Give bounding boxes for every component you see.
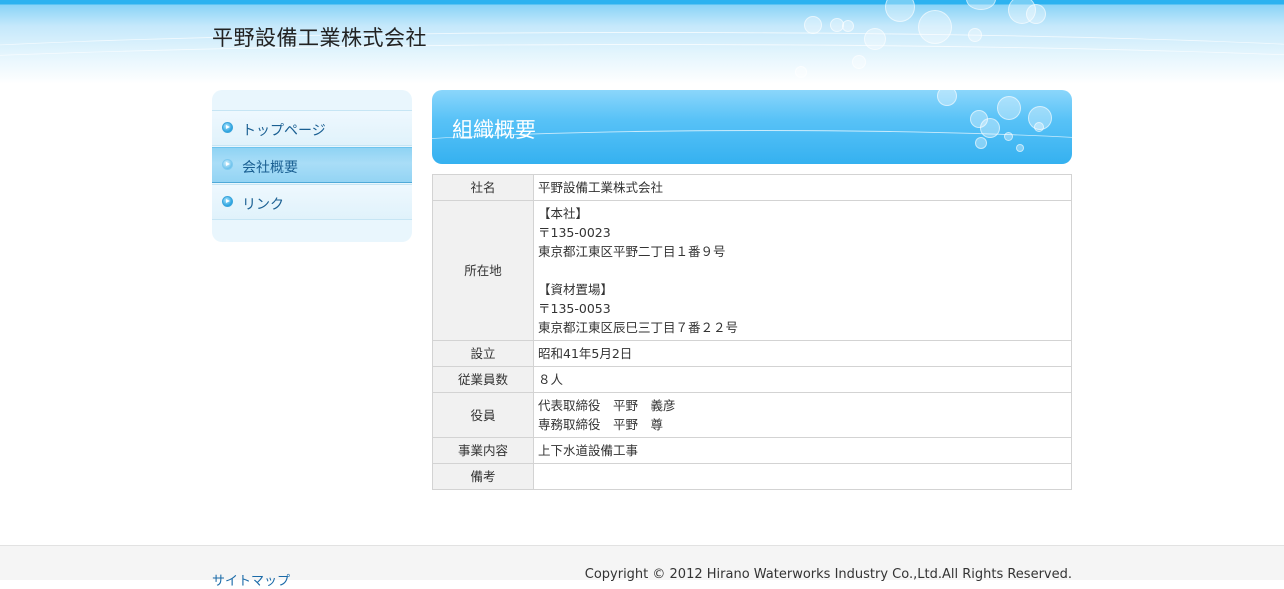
bubble-decoration — [937, 90, 957, 106]
row-label: 所在地 — [432, 200, 534, 341]
table-row: 役員 代表取締役 平野 義彦 専務取締役 平野 尊 — [432, 392, 1072, 438]
value-line — [538, 261, 1067, 280]
bubble-decoration — [997, 96, 1021, 120]
value-line: 東京都江東区平野二丁目１番９号 — [538, 244, 726, 259]
row-label: 社名 — [432, 174, 534, 201]
sitemap-link[interactable]: サイトマップ — [212, 570, 290, 589]
row-value: ８人 — [533, 366, 1072, 393]
row-value: 昭和41年5月2日 — [533, 340, 1072, 367]
value-line: 〒135-0023 — [538, 225, 611, 240]
bubble-decoration — [1034, 122, 1044, 132]
row-value: 【本社】〒135-0023 東京都江東区平野二丁目１番９号 【資材置場】 〒135-0… — [533, 200, 1072, 341]
site-header: 平野設備工業株式会社 — [0, 0, 1284, 84]
row-label: 役員 — [432, 392, 534, 438]
table-row: 設立 昭和41年5月2日 — [432, 340, 1072, 367]
table-row: 所在地 【本社】〒135-0023 東京都江東区平野二丁目１番９号 【資材置場】 〒13… — [432, 200, 1072, 341]
sidebar-item-label: トップページ — [242, 123, 326, 139]
sidebar-item-top-page[interactable]: トップページ — [212, 110, 412, 146]
row-label: 従業員数 — [432, 366, 534, 393]
sidebar-item-label: 会社概要 — [242, 160, 298, 176]
sidebar-item-label: リンク — [242, 197, 284, 213]
table-row: 従業員数 ８人 — [432, 366, 1072, 393]
bubble-decoration — [966, 0, 996, 10]
value-line: 【本社】 — [538, 206, 589, 221]
row-value: 平野設備工業株式会社 — [533, 174, 1072, 201]
row-value: 上下水道設備工事 — [533, 437, 1072, 464]
bubble-decoration — [1026, 4, 1046, 24]
value-line: 【資材置場】 — [538, 282, 614, 297]
copyright-text: Copyright © 2012 Hirano Waterworks Indus… — [584, 567, 1072, 582]
sidebar-item-company-overview[interactable]: 会社概要 — [212, 147, 412, 183]
sidebar-nav: トップページ 会社概要 リンク — [212, 90, 412, 242]
value-line: 平野設備工業株式会社 — [538, 180, 664, 195]
value-line: 東京都江東区辰巳三丁目７番２２号 — [538, 320, 739, 335]
value-line: 〒135-0053 — [538, 301, 611, 316]
row-value: 代表取締役 平野 義彦 専務取締役 平野 尊 — [533, 392, 1072, 438]
row-value — [533, 463, 1072, 490]
value-line: 専務取締役 平野 尊 — [538, 417, 664, 432]
site-footer: サイトマップ Copyright © 2012 Hirano Waterwork… — [0, 545, 1284, 589]
arrow-bullet-icon — [222, 159, 233, 170]
row-label: 設立 — [432, 340, 534, 367]
table-row: 備考 — [432, 463, 1072, 490]
bubble-decoration — [804, 16, 822, 34]
page-title: 組織概要 — [452, 118, 536, 142]
table-row: 事業内容 上下水道設備工事 — [432, 437, 1072, 464]
wave-decoration — [0, 44, 1284, 84]
table-row: 社名 平野設備工業株式会社 — [432, 174, 1072, 201]
value-line: 上下水道設備工事 — [538, 443, 639, 458]
bubble-decoration — [842, 20, 854, 32]
row-label: 事業内容 — [432, 437, 534, 464]
value-line: 代表取締役 平野 義彦 — [538, 398, 676, 413]
site-title: 平野設備工業株式会社 — [212, 26, 427, 50]
company-info-table: 社名 平野設備工業株式会社 所在地 【本社】〒135-0023 東京都江東区平野二丁目１… — [432, 174, 1072, 490]
sidebar-item-links[interactable]: リンク — [212, 184, 412, 220]
row-label: 備考 — [432, 463, 534, 490]
value-line — [538, 467, 1067, 486]
value-line: 昭和41年5月2日 — [538, 346, 633, 361]
value-line: ８人 — [538, 372, 564, 387]
arrow-bullet-icon — [222, 122, 233, 133]
bubble-decoration — [885, 0, 915, 22]
page-banner: 組織概要 — [432, 90, 1072, 164]
arrow-bullet-icon — [222, 196, 233, 207]
